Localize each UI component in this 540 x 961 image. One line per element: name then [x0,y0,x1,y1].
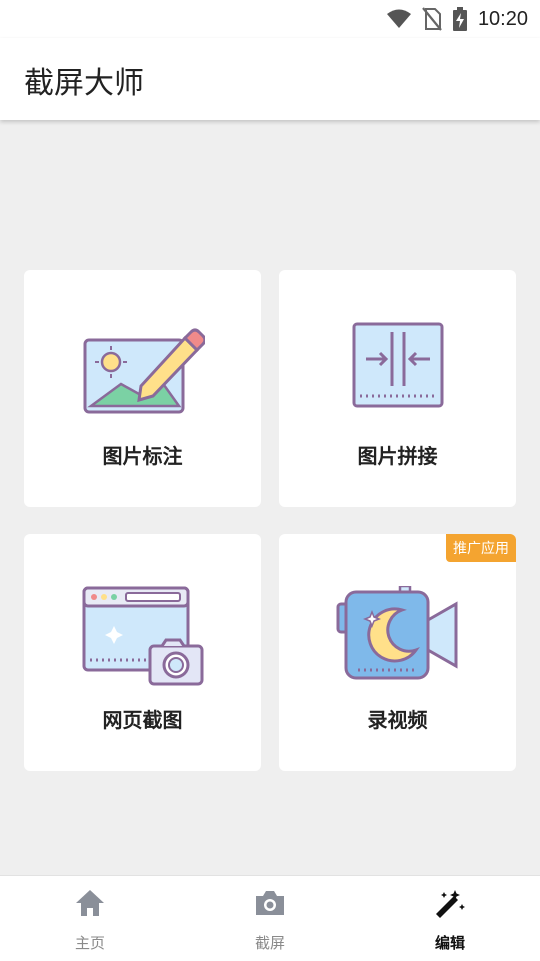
nav-item-edit[interactable]: 编辑 [360,876,540,961]
camera-icon [256,891,284,915]
image-annotate-icon [83,328,205,414]
card-image-annotate[interactable]: 图片标注 [24,270,261,507]
app-bar: 截屏大师 [0,38,540,120]
battery-charging-icon [452,7,467,31]
page-title: 截屏大师 [24,66,144,101]
webpage-screenshot-icon [82,586,203,686]
nav-label: 编辑 [434,934,465,952]
wifi-icon [386,9,411,28]
record-video-icon [336,586,457,680]
nav-item-home[interactable]: 主页 [0,876,180,961]
card-label: 图片标注 [102,444,183,468]
card-label: 网页截图 [102,708,183,732]
nav-item-screenshot[interactable]: 截屏 [180,876,360,961]
no-sim-icon [422,7,442,31]
image-stitch-icon [352,322,443,408]
magic-wand-icon [436,890,465,918]
nav-label: 截屏 [254,934,285,952]
bottom-nav: 主页 截屏 编辑 [0,875,540,961]
home-icon [76,890,104,916]
card-image-stitch[interactable]: 图片拼接 [279,270,516,507]
promo-badge: 推广应用 [446,534,516,562]
card-record-video[interactable]: 推广应用 录视频 [279,534,516,771]
status-time: 10:20 [477,7,528,30]
card-label: 图片拼接 [357,444,438,468]
nav-label: 主页 [74,934,105,952]
card-webpage-screenshot[interactable]: 网页截图 [24,534,261,771]
status-icons: 10:20 [386,6,528,32]
status-bar: 10:20 [0,0,540,38]
card-label: 录视频 [367,708,428,732]
